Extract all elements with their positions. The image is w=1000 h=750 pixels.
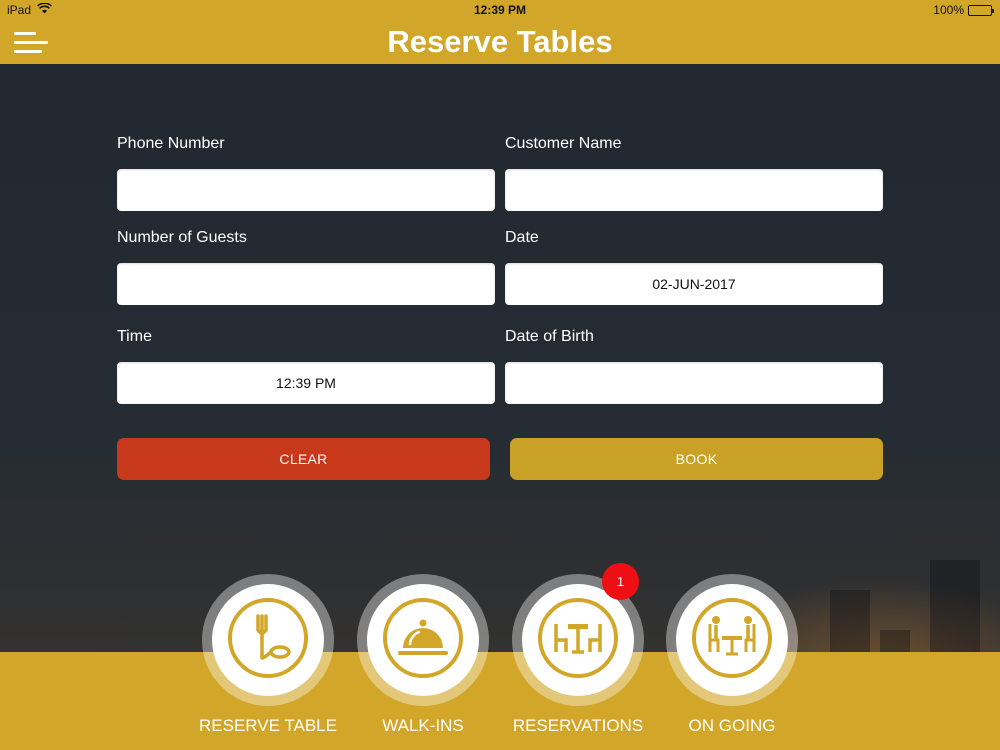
bottom-tab-bar (0, 652, 1000, 750)
tab-label-reserve-table: RESERVE TABLE (199, 716, 337, 735)
cloche-icon (379, 594, 467, 687)
tab-reserve-table[interactable]: RESERVE TABLE (193, 0, 343, 750)
page-title: Reserve Tables (387, 24, 613, 59)
tab-label-reservations: RESERVATIONS (512, 716, 644, 735)
battery-percent: 100% (933, 3, 964, 17)
table-chairs-icon (534, 594, 622, 687)
fork-plate-icon (224, 594, 312, 687)
tab-label-on-going: ON GOING (688, 716, 776, 735)
tab-label-walk-ins: WALK-INS (382, 716, 464, 735)
tab-on-going[interactable]: ON GOING (657, 0, 807, 750)
tab-walk-ins[interactable]: WALK-INS (348, 0, 498, 750)
status-time: 12:39 PM (473, 3, 527, 17)
tab-reservations[interactable]: RESERVATIONS (503, 0, 653, 750)
nav-bar: Reserve Tables (0, 20, 1000, 64)
reservations-badge: 1 (602, 563, 639, 600)
battery-icon (968, 4, 994, 16)
dining-people-icon (688, 594, 776, 687)
status-bar: iPad 12:39 PM 100% (0, 0, 1000, 20)
